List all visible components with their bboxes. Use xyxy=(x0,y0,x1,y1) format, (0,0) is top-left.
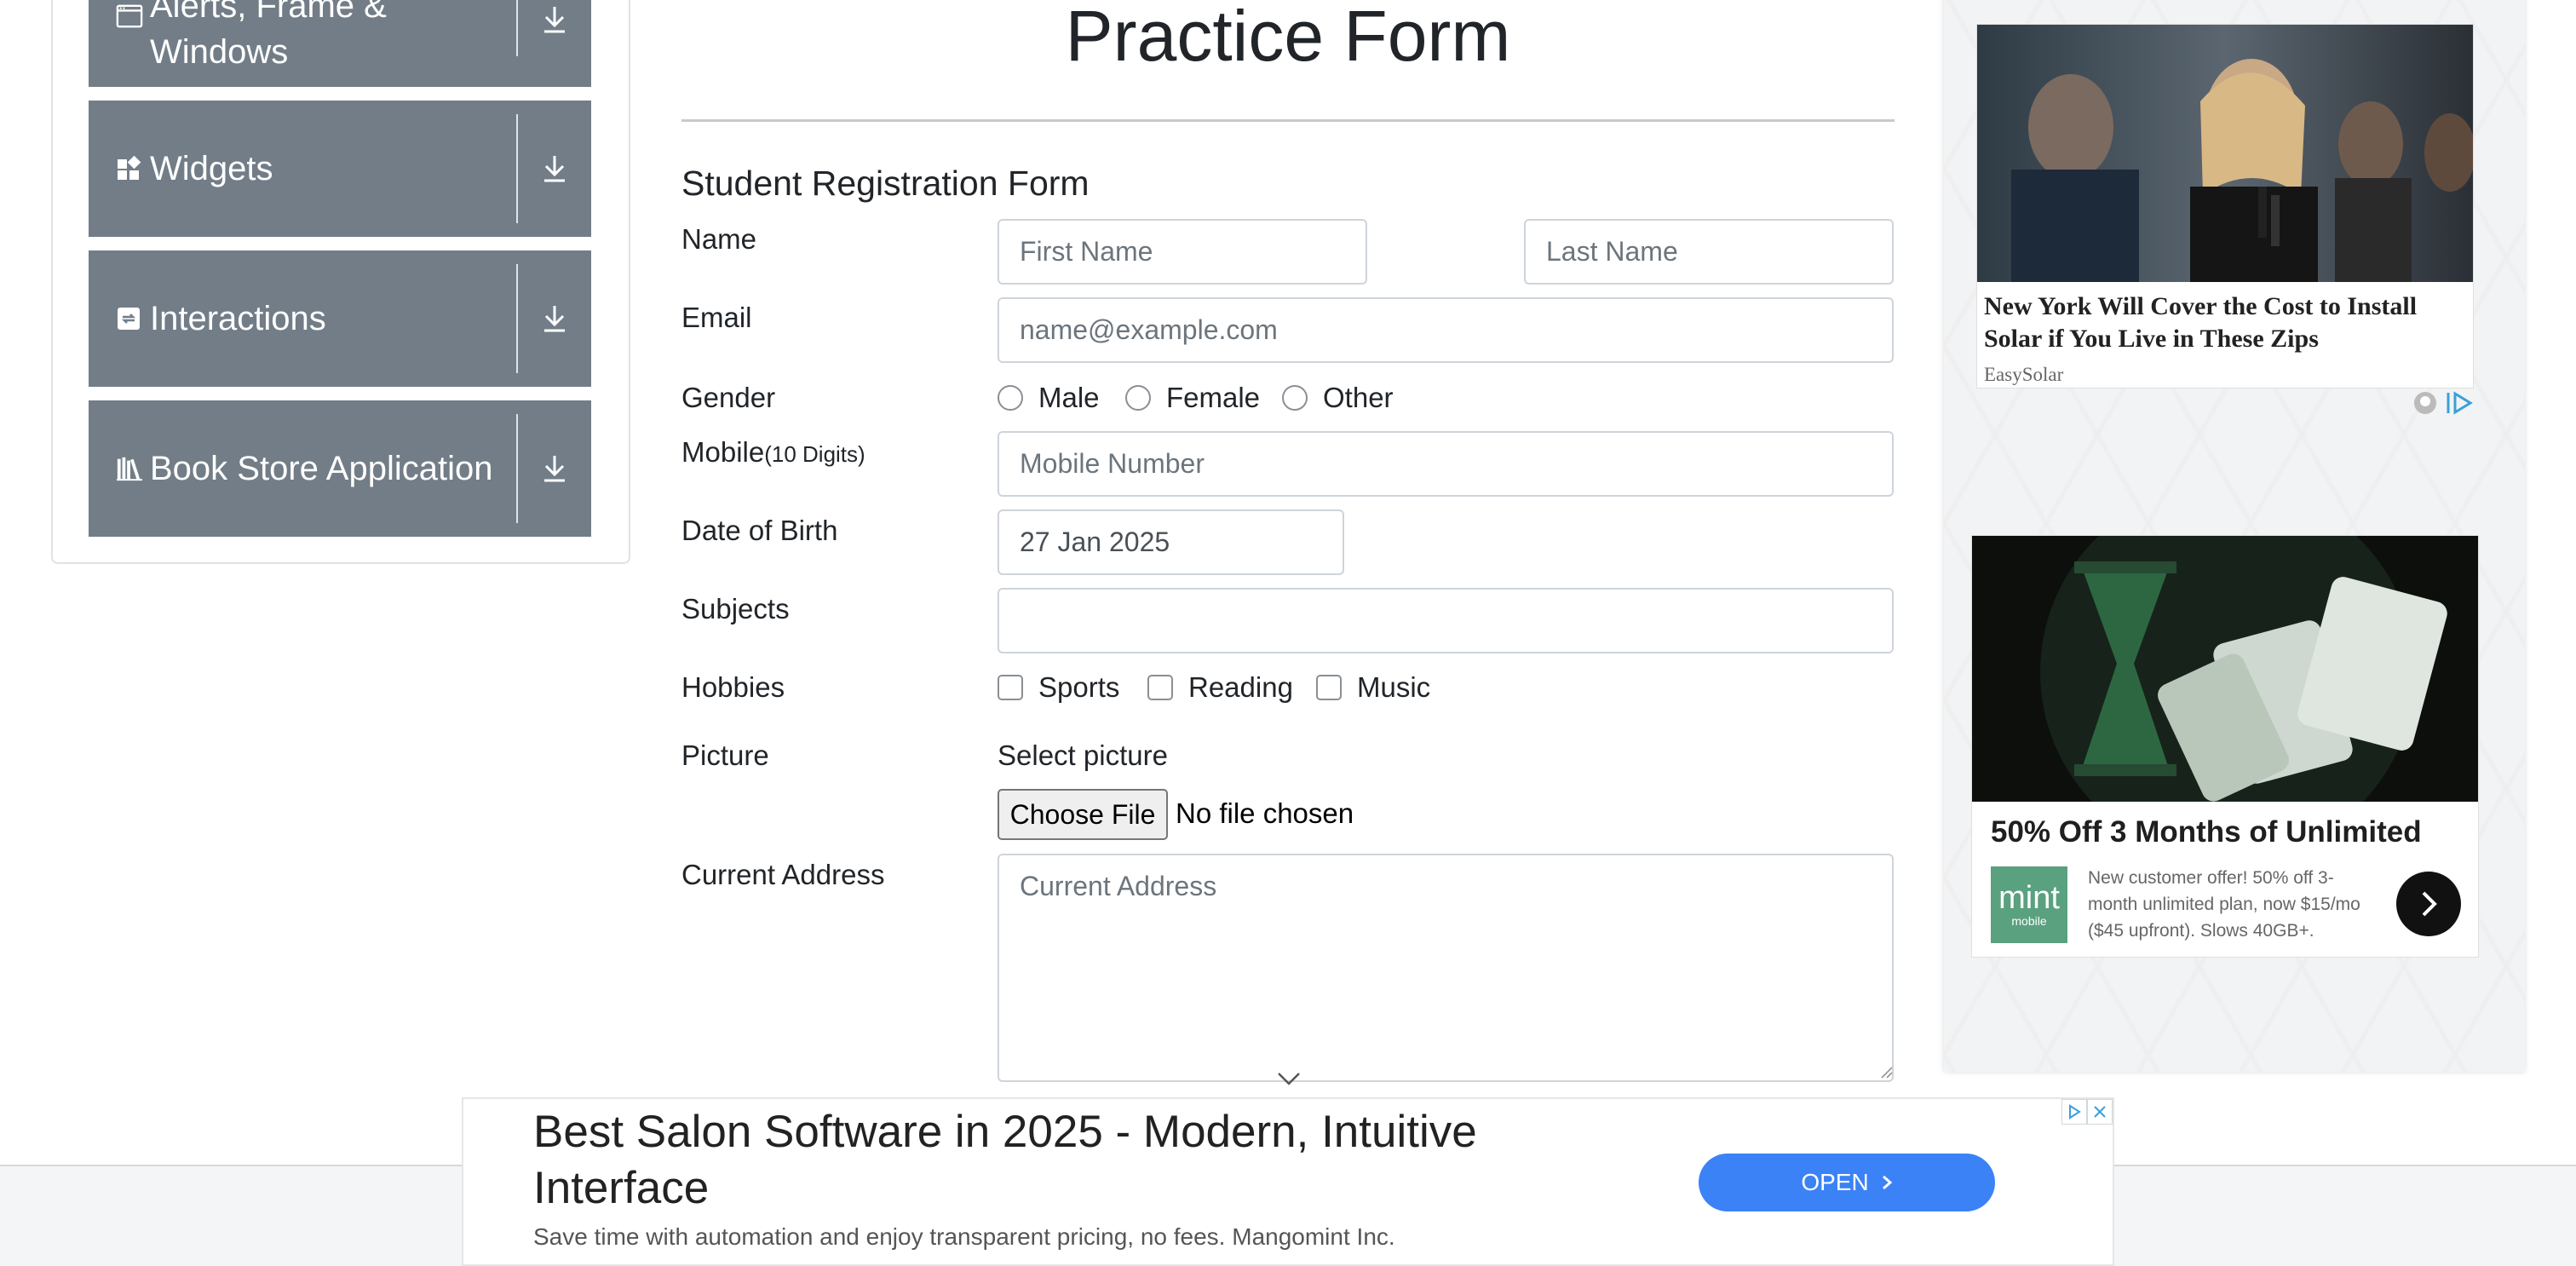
checkbox-box[interactable] xyxy=(998,675,1023,700)
mint-logo-bottom: mobile xyxy=(2011,914,2047,928)
sidebar-group-label: Alerts, Frame & xyxy=(150,0,387,25)
file-status: No file chosen xyxy=(1176,797,1354,829)
books-icon xyxy=(116,455,143,482)
sidebar-group-label: Widgets xyxy=(150,150,273,187)
ad-source: EasySolar xyxy=(1984,364,2064,385)
checkbox-label: Sports xyxy=(1038,671,1120,703)
hobby-checkbox-music[interactable]: Music xyxy=(1316,671,1430,704)
gender-label: Gender xyxy=(681,382,776,413)
widgets-icon xyxy=(116,156,143,181)
group-header-main: Alerts, Frame & Windows xyxy=(89,0,516,87)
address-label: Current Address xyxy=(681,859,885,890)
page-title: Practice Form xyxy=(1065,0,1511,76)
ad-body: New customer offer! 50% off 3-month unli… xyxy=(2088,868,2360,941)
gender-radio-male[interactable]: Male xyxy=(998,382,1100,414)
dob-input[interactable]: 27 Jan 2025 xyxy=(998,509,1344,575)
banner-headline[interactable]: Best Salon Software in 2025 - Modern, In… xyxy=(533,1104,1555,1217)
bottom-banner-ad[interactable]: Best Salon Software in 2025 - Modern, In… xyxy=(462,1097,2114,1266)
mobile-label-text: Mobile xyxy=(681,436,765,468)
download-icon[interactable] xyxy=(516,414,591,523)
mint-logo: mint mobile xyxy=(1991,866,2067,943)
radio-label: Female xyxy=(1166,382,1261,413)
checkbox-box[interactable] xyxy=(1147,675,1173,700)
first-name-input[interactable]: First Name xyxy=(998,219,1367,285)
dob-label: Date of Birth xyxy=(681,515,838,546)
checkbox-label: Reading xyxy=(1188,671,1293,703)
chevron-down-icon[interactable] xyxy=(1276,1070,1302,1087)
mint-mobile-ad[interactable]: 50% Off 3 Months of Unlimited mint mobil… xyxy=(1971,535,2479,958)
sidebar-group-label: Book Store Application xyxy=(150,450,493,487)
open-button[interactable]: OPEN xyxy=(1699,1154,1995,1211)
address-textarea[interactable]: Current Address xyxy=(998,854,1894,1082)
checkbox-label: Music xyxy=(1357,671,1431,703)
resize-handle-icon[interactable] xyxy=(1879,1065,1893,1079)
form-title: Student Registration Form xyxy=(681,164,1090,203)
radio-circle[interactable] xyxy=(1282,385,1308,411)
ad-next-button[interactable] xyxy=(2396,872,2461,936)
banner-subtext: Save time with automation and enjoy tran… xyxy=(533,1223,1395,1250)
mobile-label: Mobile(10 Digits) xyxy=(681,436,865,469)
solar-ad[interactable]: New York Will Cover the Cost to Install … xyxy=(1976,24,2474,388)
gender-radio-other[interactable]: Other xyxy=(1282,382,1394,414)
sidebar-group-book-store[interactable]: Book Store Application xyxy=(89,400,591,537)
ad-press-photo xyxy=(1977,25,2473,282)
sidebar-group-alerts-frame-windows[interactable]: Alerts, Frame & Windows xyxy=(89,0,591,87)
interactions-icon xyxy=(116,306,143,331)
picture-label: Picture xyxy=(681,739,769,771)
sidebar-group-interactions[interactable]: Interactions xyxy=(89,250,591,387)
chevron-right-icon xyxy=(1882,1175,1892,1190)
open-button-label: OPEN xyxy=(1801,1169,1869,1195)
ad-headline[interactable]: New York Will Cover the Cost to Install … xyxy=(1977,282,2473,355)
group-header-main: Widgets xyxy=(89,101,516,237)
email-input[interactable]: name@example.com xyxy=(998,297,1894,363)
close-ad-icon[interactable] xyxy=(2087,1099,2113,1125)
hobbies-label: Hobbies xyxy=(681,671,785,703)
ad-title[interactable]: 50% Off 3 Months of Unlimited xyxy=(1972,802,2478,849)
radio-circle[interactable] xyxy=(1125,385,1151,411)
group-header-main: Interactions xyxy=(89,250,516,387)
download-icon[interactable] xyxy=(516,114,591,223)
checkbox-box[interactable] xyxy=(1316,675,1342,700)
mobile-label-hint: (10 Digits) xyxy=(764,441,865,467)
sidebar-group-label-line2: Windows xyxy=(150,33,289,71)
adchoices-icon[interactable] xyxy=(2445,390,2474,416)
choose-file-button[interactable]: Choose File xyxy=(998,789,1168,840)
ad-privacy-icon[interactable] xyxy=(2412,390,2438,416)
download-icon[interactable] xyxy=(516,264,591,373)
radio-circle[interactable] xyxy=(998,385,1023,411)
ad-hourglass-image xyxy=(1972,536,2478,802)
sidebar-group-label: Interactions xyxy=(150,300,326,337)
download-icon[interactable] xyxy=(516,0,591,56)
radio-label: Other xyxy=(1323,382,1394,413)
hobby-checkbox-reading[interactable]: Reading xyxy=(1147,671,1293,704)
hobby-checkbox-sports[interactable]: Sports xyxy=(998,671,1119,704)
radio-label: Male xyxy=(1038,382,1100,413)
title-divider xyxy=(681,119,1895,122)
mobile-input[interactable]: Mobile Number xyxy=(998,431,1894,497)
name-label: Name xyxy=(681,223,757,255)
chevron-right-icon xyxy=(2422,891,2437,917)
subjects-label: Subjects xyxy=(681,593,790,624)
group-header-main: Book Store Application xyxy=(89,400,516,537)
email-label: Email xyxy=(681,302,752,333)
mint-logo-top: mint xyxy=(1998,880,2060,916)
sidebar-group-widgets[interactable]: Widgets xyxy=(89,101,591,237)
select-picture-label: Select picture xyxy=(998,739,1168,771)
window-icon xyxy=(116,3,143,29)
last-name-input[interactable]: Last Name xyxy=(1524,219,1894,285)
ad-choices[interactable] xyxy=(2412,390,2474,416)
gender-radio-female[interactable]: Female xyxy=(1125,382,1260,414)
subjects-input[interactable] xyxy=(998,588,1894,653)
adchoices-icon[interactable] xyxy=(2061,1099,2087,1125)
